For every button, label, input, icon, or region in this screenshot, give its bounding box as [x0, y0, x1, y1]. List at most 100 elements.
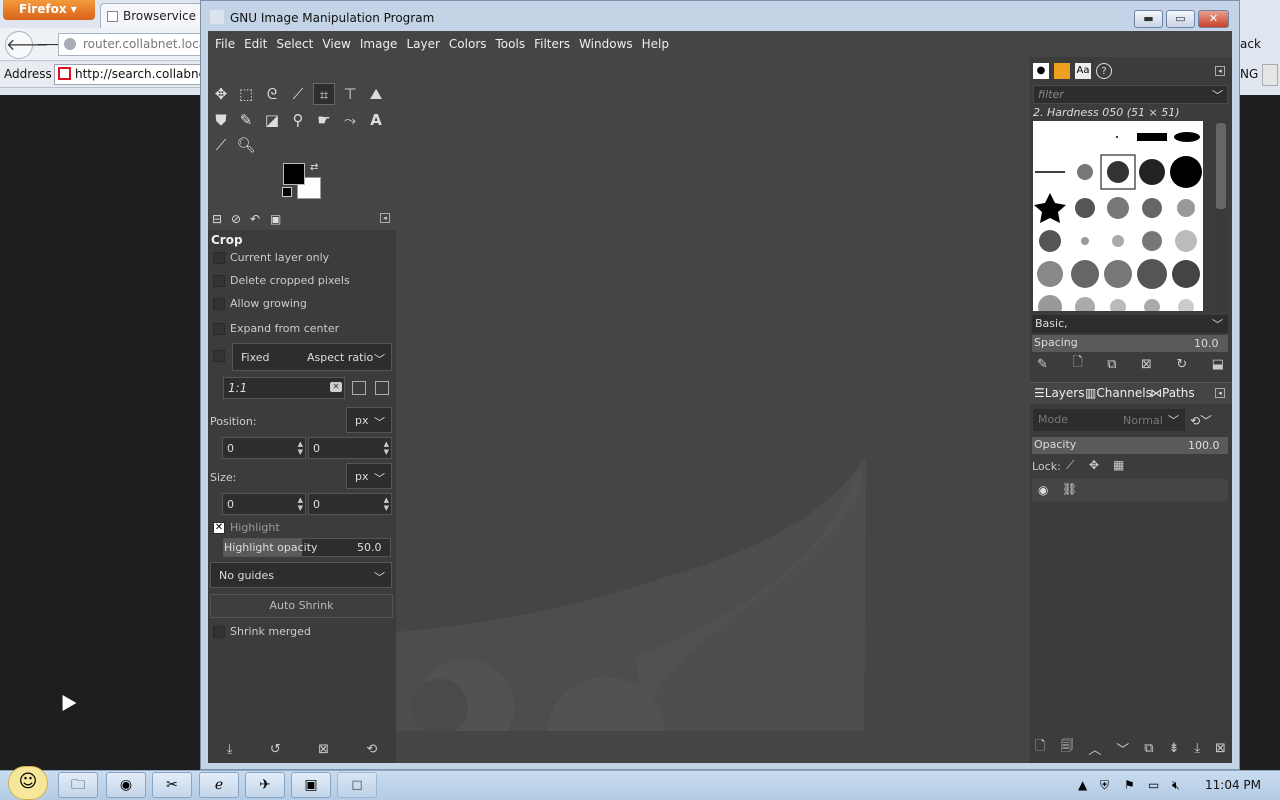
close-button[interactable]: ✕: [1198, 10, 1229, 28]
menu-tools[interactable]: Tools: [495, 37, 532, 51]
eye-icon[interactable]: ◉: [1038, 483, 1048, 497]
duplicate-layer-icon[interactable]: ⧉: [1144, 741, 1153, 756]
menu-layer[interactable]: Layer: [405, 37, 445, 51]
maximize-button[interactable]: ▭: [1166, 10, 1195, 28]
move-tool-icon[interactable]: ✥: [210, 83, 232, 105]
clear-icon[interactable]: ✕: [330, 382, 342, 392]
tool-options-tab-icon[interactable]: ⊟: [212, 212, 222, 226]
taskbar-app-tool-icon[interactable]: ✂: [152, 772, 192, 798]
raise-layer-icon[interactable]: ︿: [1088, 739, 1101, 758]
size-width-field[interactable]: 0 ▲ ▼: [222, 493, 306, 515]
landscape-icon[interactable]: [375, 381, 389, 395]
checkbox[interactable]: [213, 322, 225, 335]
spin-arrows-icon[interactable]: ▲ ▼: [384, 496, 389, 512]
chain-icon[interactable]: ⛓: [1062, 482, 1077, 496]
taskbar-app-ie-icon[interactable]: ℯ: [199, 772, 239, 798]
chevron-down-icon[interactable]: ﹀: [1212, 87, 1223, 103]
tab-menu-icon[interactable]: ◂: [1215, 66, 1225, 76]
lasso-tool-icon[interactable]: ᘓ: [261, 83, 283, 105]
address-field[interactable]: http://search.collabnet: [54, 64, 205, 85]
fonts-tab-icon[interactable]: Aa: [1075, 63, 1091, 79]
delete-layer-icon[interactable]: ⊠: [1215, 741, 1226, 756]
new-brush-icon[interactable]: 🗋︎: [1072, 353, 1082, 375]
smudge-tool-icon[interactable]: ☛: [313, 109, 335, 131]
new-layer-group-icon[interactable]: 🗋︎: [1035, 737, 1045, 759]
tab-channels[interactable]: ▥Channels: [1085, 386, 1152, 400]
tab-layers[interactable]: ☰Layers: [1034, 386, 1084, 400]
menu-help[interactable]: Help: [641, 37, 675, 51]
menu-windows[interactable]: Windows: [578, 37, 639, 51]
anchor-layer-icon[interactable]: ⇟: [1168, 741, 1179, 756]
checkbox-checked[interactable]: ✕: [213, 521, 225, 534]
merge-layer-icon[interactable]: ⤓: [1194, 741, 1200, 756]
delete-cropped-option[interactable]: Delete cropped pixels: [213, 274, 350, 287]
eraser-tool-icon[interactable]: ◪: [261, 109, 283, 131]
delete-preset-icon[interactable]: ⊠: [318, 742, 329, 757]
reset-icon[interactable]: ⟲: [366, 742, 377, 757]
color-picker-tool-icon[interactable]: ⟋: [210, 134, 232, 156]
restore-preset-icon[interactable]: ↺: [270, 742, 281, 757]
highlight-option[interactable]: ✕ Highlight: [213, 521, 280, 534]
taskbar-app-blank-icon[interactable]: ◻: [337, 772, 377, 798]
images-tab-icon[interactable]: ▣: [270, 212, 281, 226]
brush-tag-dropdown[interactable]: Basic, ﹀: [1032, 315, 1228, 333]
clone-tool-icon[interactable]: ⚲: [287, 109, 309, 131]
checkbox[interactable]: [213, 625, 225, 638]
tab-paths[interactable]: ⋈Paths: [1150, 386, 1195, 400]
brush-scroll-thumb[interactable]: [1216, 123, 1226, 209]
refresh-brushes-icon[interactable]: ↻: [1176, 357, 1187, 372]
duplicate-brush-icon[interactable]: ⧉: [1107, 357, 1116, 372]
tab-menu-icon[interactable]: ◂: [380, 213, 390, 223]
device-status-tab-icon[interactable]: ⊘: [231, 212, 241, 226]
menu-view[interactable]: View: [321, 37, 356, 51]
fixed-mode-dropdown[interactable]: Fixed Aspect ratio ﹀: [232, 343, 392, 371]
delete-brush-icon[interactable]: ⊠: [1141, 357, 1152, 372]
browser-tab[interactable]: Browservice: [100, 3, 202, 28]
lock-position-icon[interactable]: ✥: [1089, 458, 1099, 472]
menu-filters[interactable]: Filters: [533, 37, 576, 51]
layers-list[interactable]: [1032, 501, 1228, 735]
taskbar-app-bird-icon[interactable]: ✈: [245, 772, 285, 798]
tray-volume-icon[interactable]: 🔇︎: [1172, 778, 1180, 793]
paths-tool-icon[interactable]: ⤳: [339, 109, 361, 131]
checkbox[interactable]: [213, 251, 225, 264]
bucket-fill-tool-icon[interactable]: ⛊: [210, 109, 232, 131]
edit-brush-icon[interactable]: ✎: [1037, 357, 1048, 372]
lock-alpha-icon[interactable]: ▦: [1113, 458, 1124, 472]
spin-arrows-icon[interactable]: ▲ ▼: [298, 496, 303, 512]
checkbox[interactable]: [213, 350, 225, 362]
tray-security-icon[interactable]: ⛨: [1100, 778, 1109, 793]
position-unit-dropdown[interactable]: px ﹀: [346, 407, 392, 433]
spin-arrows-icon[interactable]: ▲ ▼: [384, 440, 389, 456]
warp-tool-icon[interactable]: ⛰: [365, 83, 387, 105]
menu-edit[interactable]: Edit: [243, 37, 273, 51]
lock-pixels-icon[interactable]: ⟋: [1066, 458, 1074, 473]
open-as-image-icon[interactable]: ⬓: [1212, 357, 1224, 372]
brushes-tab-icon[interactable]: ●: [1033, 63, 1049, 79]
auto-shrink-button[interactable]: Auto Shrink: [210, 594, 393, 618]
allow-growing-option[interactable]: Allow growing: [213, 297, 307, 310]
mode-switch-icon[interactable]: ⟲﹀: [1190, 412, 1212, 429]
portrait-icon[interactable]: [352, 381, 366, 395]
taskbar-app-explorer-icon[interactable]: 🗀: [58, 772, 98, 798]
reset-colors-icon[interactable]: [282, 187, 292, 197]
position-y-field[interactable]: 0 ▲ ▼: [308, 437, 392, 459]
back-button[interactable]: 🡐: [5, 31, 49, 59]
size-height-field[interactable]: 0 ▲ ▼: [308, 493, 392, 515]
start-button[interactable]: ☺: [8, 766, 48, 800]
text-tool-icon[interactable]: A: [365, 109, 387, 131]
size-unit-dropdown[interactable]: px ﹀: [346, 463, 392, 489]
aspect-ratio-field[interactable]: 1:1: [223, 377, 345, 399]
new-layer-icon[interactable]: 🗐︎: [1060, 737, 1073, 759]
tray-flag-icon[interactable]: ⚑: [1124, 778, 1135, 792]
checkbox[interactable]: [213, 297, 225, 310]
url-bar[interactable]: router.collabnet.local:: [58, 33, 205, 56]
brush-grid[interactable]: [1033, 121, 1203, 311]
taskbar-clock[interactable]: 11:04 PM: [1205, 778, 1261, 792]
paintbrush-tool-icon[interactable]: ✎: [235, 109, 257, 131]
swap-colors-icon[interactable]: ⇄: [310, 162, 318, 173]
menu-colors[interactable]: Colors: [448, 37, 493, 51]
transform-tool-icon[interactable]: ⊤: [339, 83, 361, 105]
tab-menu-icon[interactable]: ◂: [1215, 388, 1225, 398]
brush-filter-field[interactable]: filter ﹀: [1033, 85, 1228, 104]
